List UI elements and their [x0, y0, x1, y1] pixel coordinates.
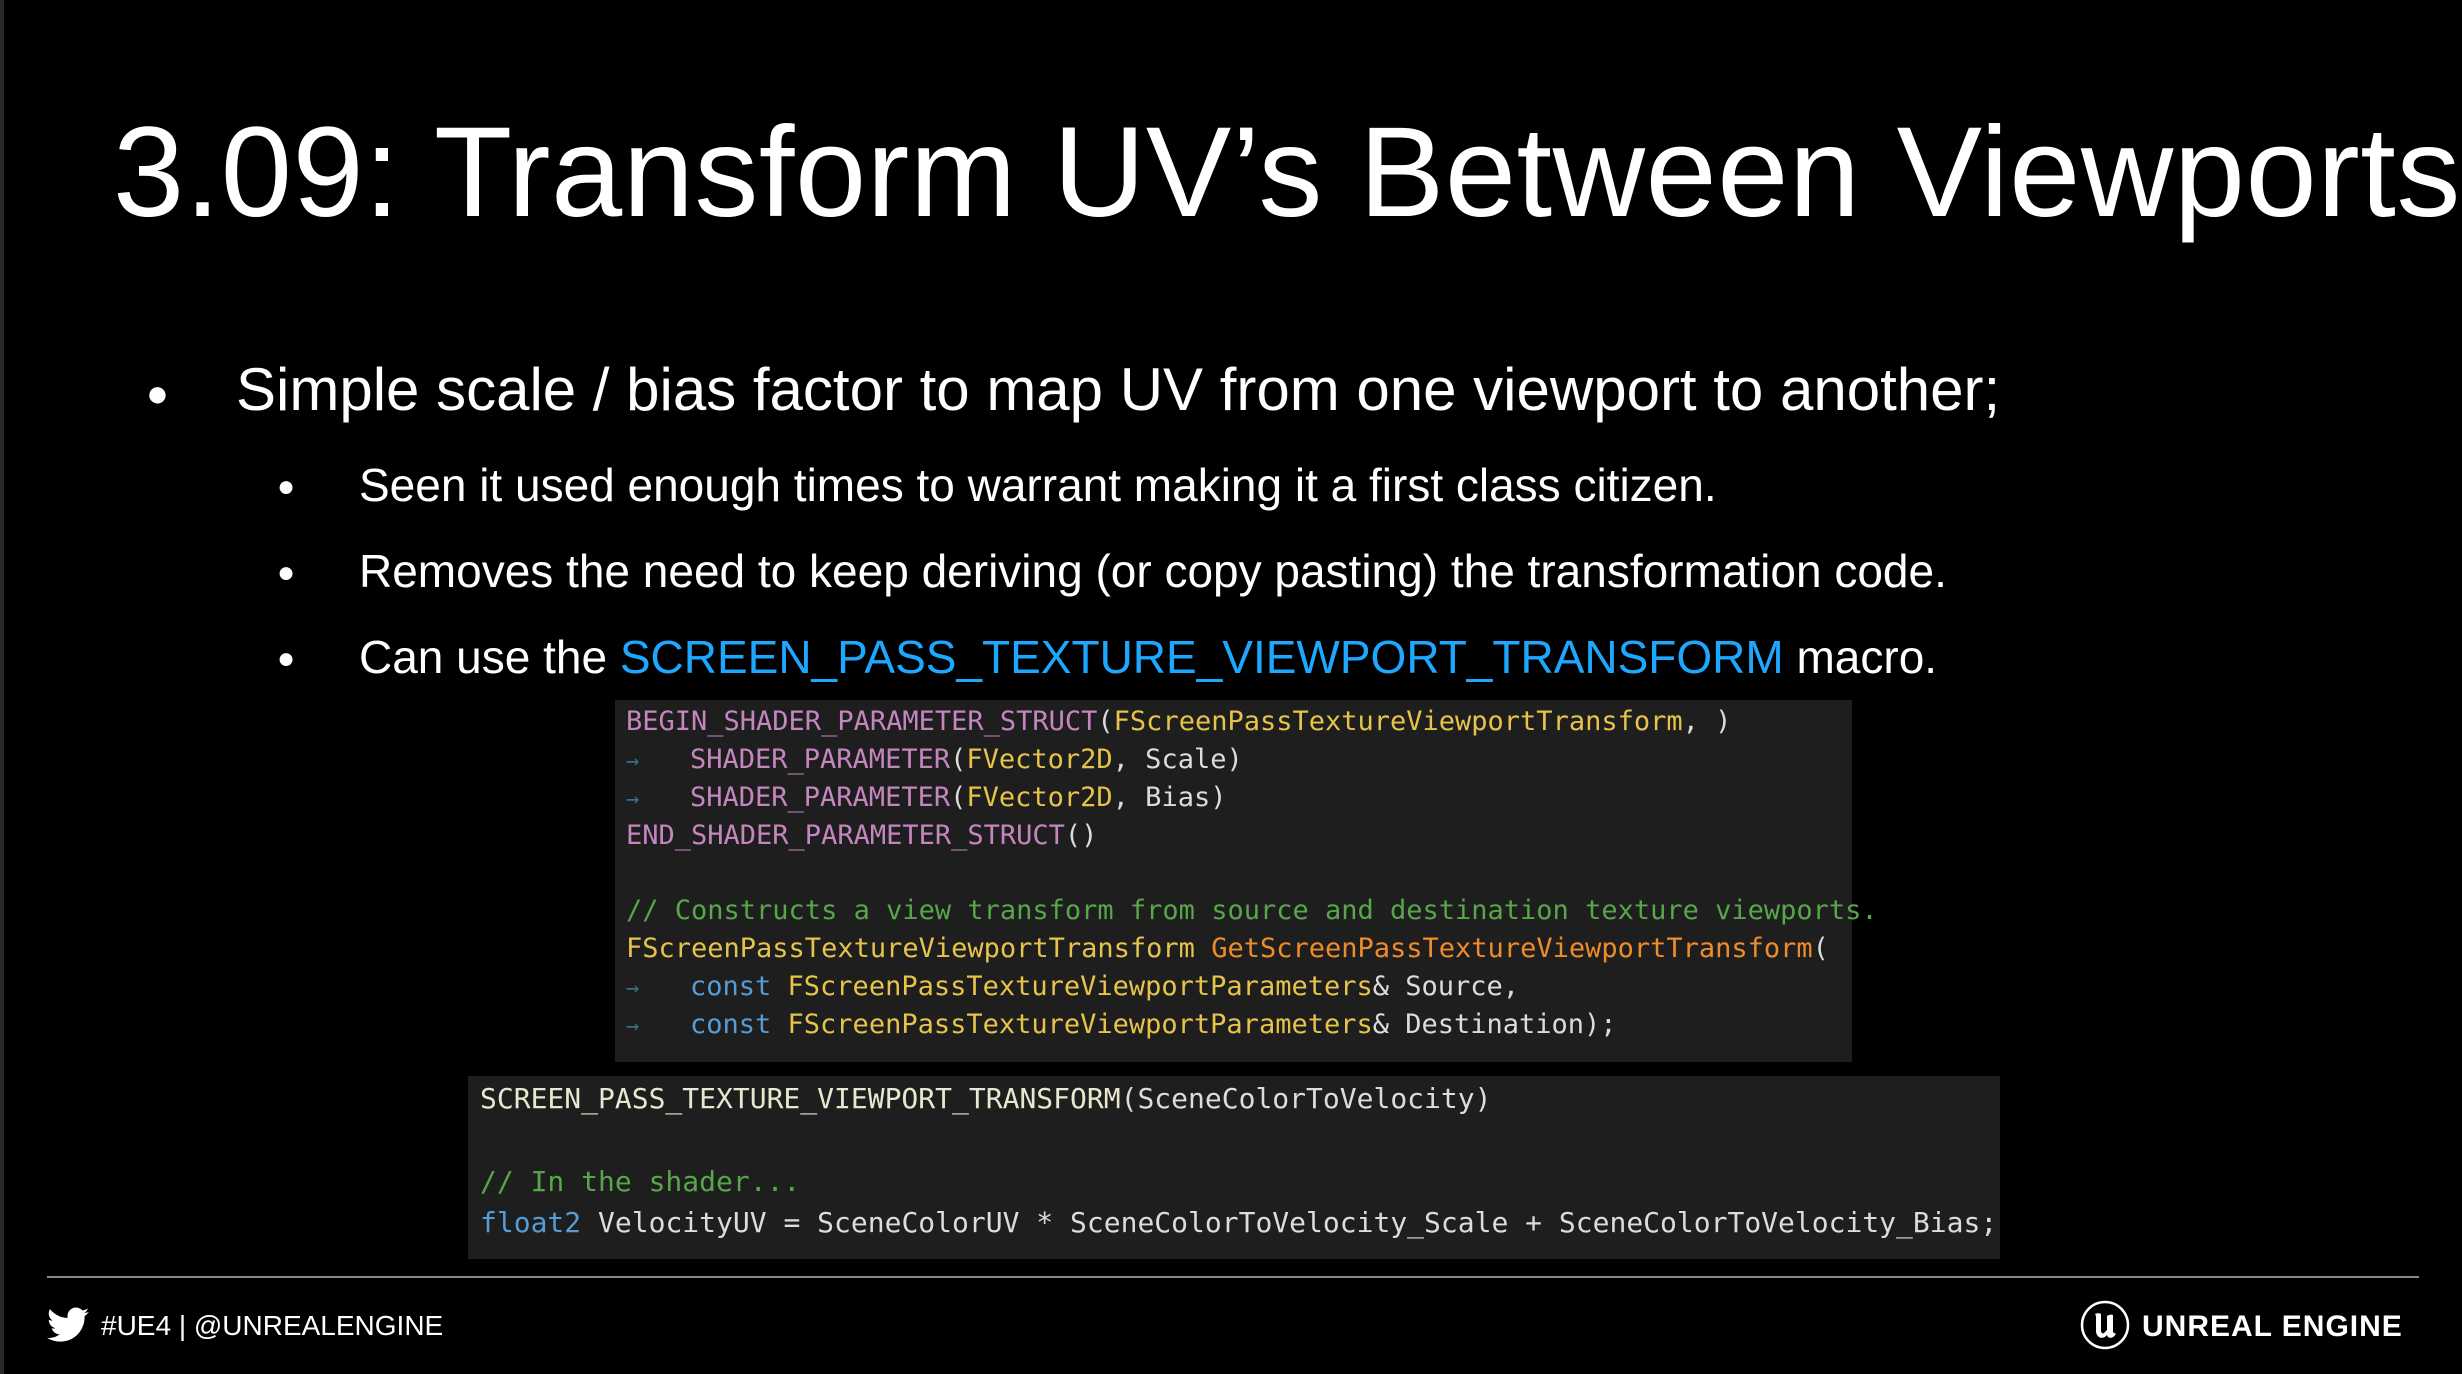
- code-line: → SHADER_PARAMETER(FVector2D, Bias): [626, 779, 1226, 817]
- code-macro: SHADER_PARAMETER: [690, 782, 951, 813]
- tab-arrow-icon: →: [626, 1014, 640, 1039]
- code-comment: // Constructs a view transform from sour…: [626, 895, 1878, 926]
- slide-title: 3.09: Transform UV’s Between Viewports: [113, 101, 2461, 244]
- code-macro: END_SHADER_PARAMETER_STRUCT: [626, 820, 1065, 851]
- macro-name-highlight: SCREEN_PASS_TEXTURE_VIEWPORT_TRANSFORM: [619, 631, 1784, 683]
- code-function: GetScreenPassTextureViewportTransform: [1211, 933, 1813, 964]
- code-macro: BEGIN_SHADER_PARAMETER_STRUCT: [626, 706, 1098, 737]
- code-type: FScreenPassTextureViewportParameters: [771, 1009, 1373, 1040]
- bullet-dot: ●: [277, 556, 296, 589]
- code-line: END_SHADER_PARAMETER_STRUCT(): [626, 817, 1097, 855]
- main-bullet-text: Simple scale / bias factor to map UV fro…: [236, 356, 2001, 423]
- code-line: BEGIN_SHADER_PARAMETER_STRUCT(FScreenPas…: [626, 703, 1731, 741]
- tab-arrow-icon: →: [626, 787, 640, 812]
- brand-wordmark: UNREAL ENGINE: [2142, 1310, 2403, 1343]
- code-macro: SCREEN_PASS_TEXTURE_VIEWPORT_TRANSFORM: [480, 1082, 1121, 1115]
- code-text: , Scale): [1112, 744, 1243, 775]
- code-line: → const FScreenPassTextureViewportParamet…: [626, 968, 1519, 1006]
- macro-line-suffix: macro.: [1783, 631, 1938, 683]
- code-type: FScreenPassTextureViewportTransform: [1113, 706, 1683, 737]
- code-keyword: const: [690, 971, 772, 1002]
- code-line: float2 VelocityUV = SceneColorUV * Scene…: [480, 1203, 1997, 1243]
- twitter-bird-icon: [47, 1307, 89, 1342]
- code-line: SCREEN_PASS_TEXTURE_VIEWPORT_TRANSFORM(S…: [480, 1079, 1491, 1119]
- unreal-engine-logo-icon: [2080, 1300, 2130, 1350]
- tab-arrow-icon: →: [626, 976, 640, 1001]
- code-line: // Constructs a view transform from sour…: [626, 892, 1878, 930]
- bullet-dot: ●: [277, 642, 296, 675]
- code-text: VelocityUV = SceneColorUV * SceneColorTo…: [581, 1206, 1998, 1239]
- footer-divider: [47, 1276, 2419, 1278]
- code-text: , Bias): [1112, 782, 1227, 813]
- code-keyword: const: [690, 1009, 772, 1040]
- code-text: (SceneColorToVelocity): [1120, 1082, 1492, 1115]
- code-paren: (: [950, 744, 967, 775]
- code-comment: // In the shader...: [480, 1165, 801, 1198]
- bullet-dot: ●: [277, 470, 296, 503]
- bullet-dot: ●: [146, 373, 169, 415]
- code-text: , ): [1682, 706, 1732, 737]
- tab-arrow-icon: →: [626, 749, 640, 774]
- code-text: (: [1812, 933, 1829, 964]
- sub-bullet-macro-text: Can use the SCREEN_PASS_TEXTURE_VIEWPORT…: [359, 624, 1937, 690]
- code-text: & Destination);: [1372, 1009, 1617, 1040]
- code-line: → SHADER_PARAMETER(FVector2D, Scale): [626, 741, 1243, 779]
- code-type: FScreenPassTextureViewportTransform: [626, 933, 1195, 964]
- code-type: FVector2D: [966, 744, 1113, 775]
- code-block-usage: SCREEN_PASS_TEXTURE_VIEWPORT_TRANSFORM(S…: [468, 1076, 2000, 1259]
- code-line: → const FScreenPassTextureViewportParamet…: [626, 1006, 1617, 1044]
- code-line: // In the shader...: [480, 1162, 800, 1202]
- slide-left-edge: [0, 0, 4, 1374]
- code-text: (): [1064, 820, 1098, 851]
- sub-bullet-text: Removes the need to keep deriving (or co…: [359, 545, 1947, 597]
- code-macro: SHADER_PARAMETER: [690, 744, 951, 775]
- code-type: FVector2D: [966, 782, 1113, 813]
- code-type: FScreenPassTextureViewportParameters: [771, 971, 1373, 1002]
- code-text: & Source,: [1372, 971, 1520, 1002]
- code-line: FScreenPassTextureViewportTransform GetS…: [626, 930, 1829, 968]
- code-paren: (: [950, 782, 967, 813]
- sub-bullet-text: Seen it used enough times to warrant mak…: [359, 459, 1717, 511]
- macro-line-prefix: Can use the: [359, 631, 620, 683]
- code-block-struct: BEGIN_SHADER_PARAMETER_STRUCT(FScreenPas…: [615, 700, 1878, 1062]
- code-keyword: float2: [480, 1206, 582, 1239]
- social-handle: #UE4 | @UNREALENGINE: [101, 1310, 444, 1341]
- code-paren: (: [1097, 706, 1114, 737]
